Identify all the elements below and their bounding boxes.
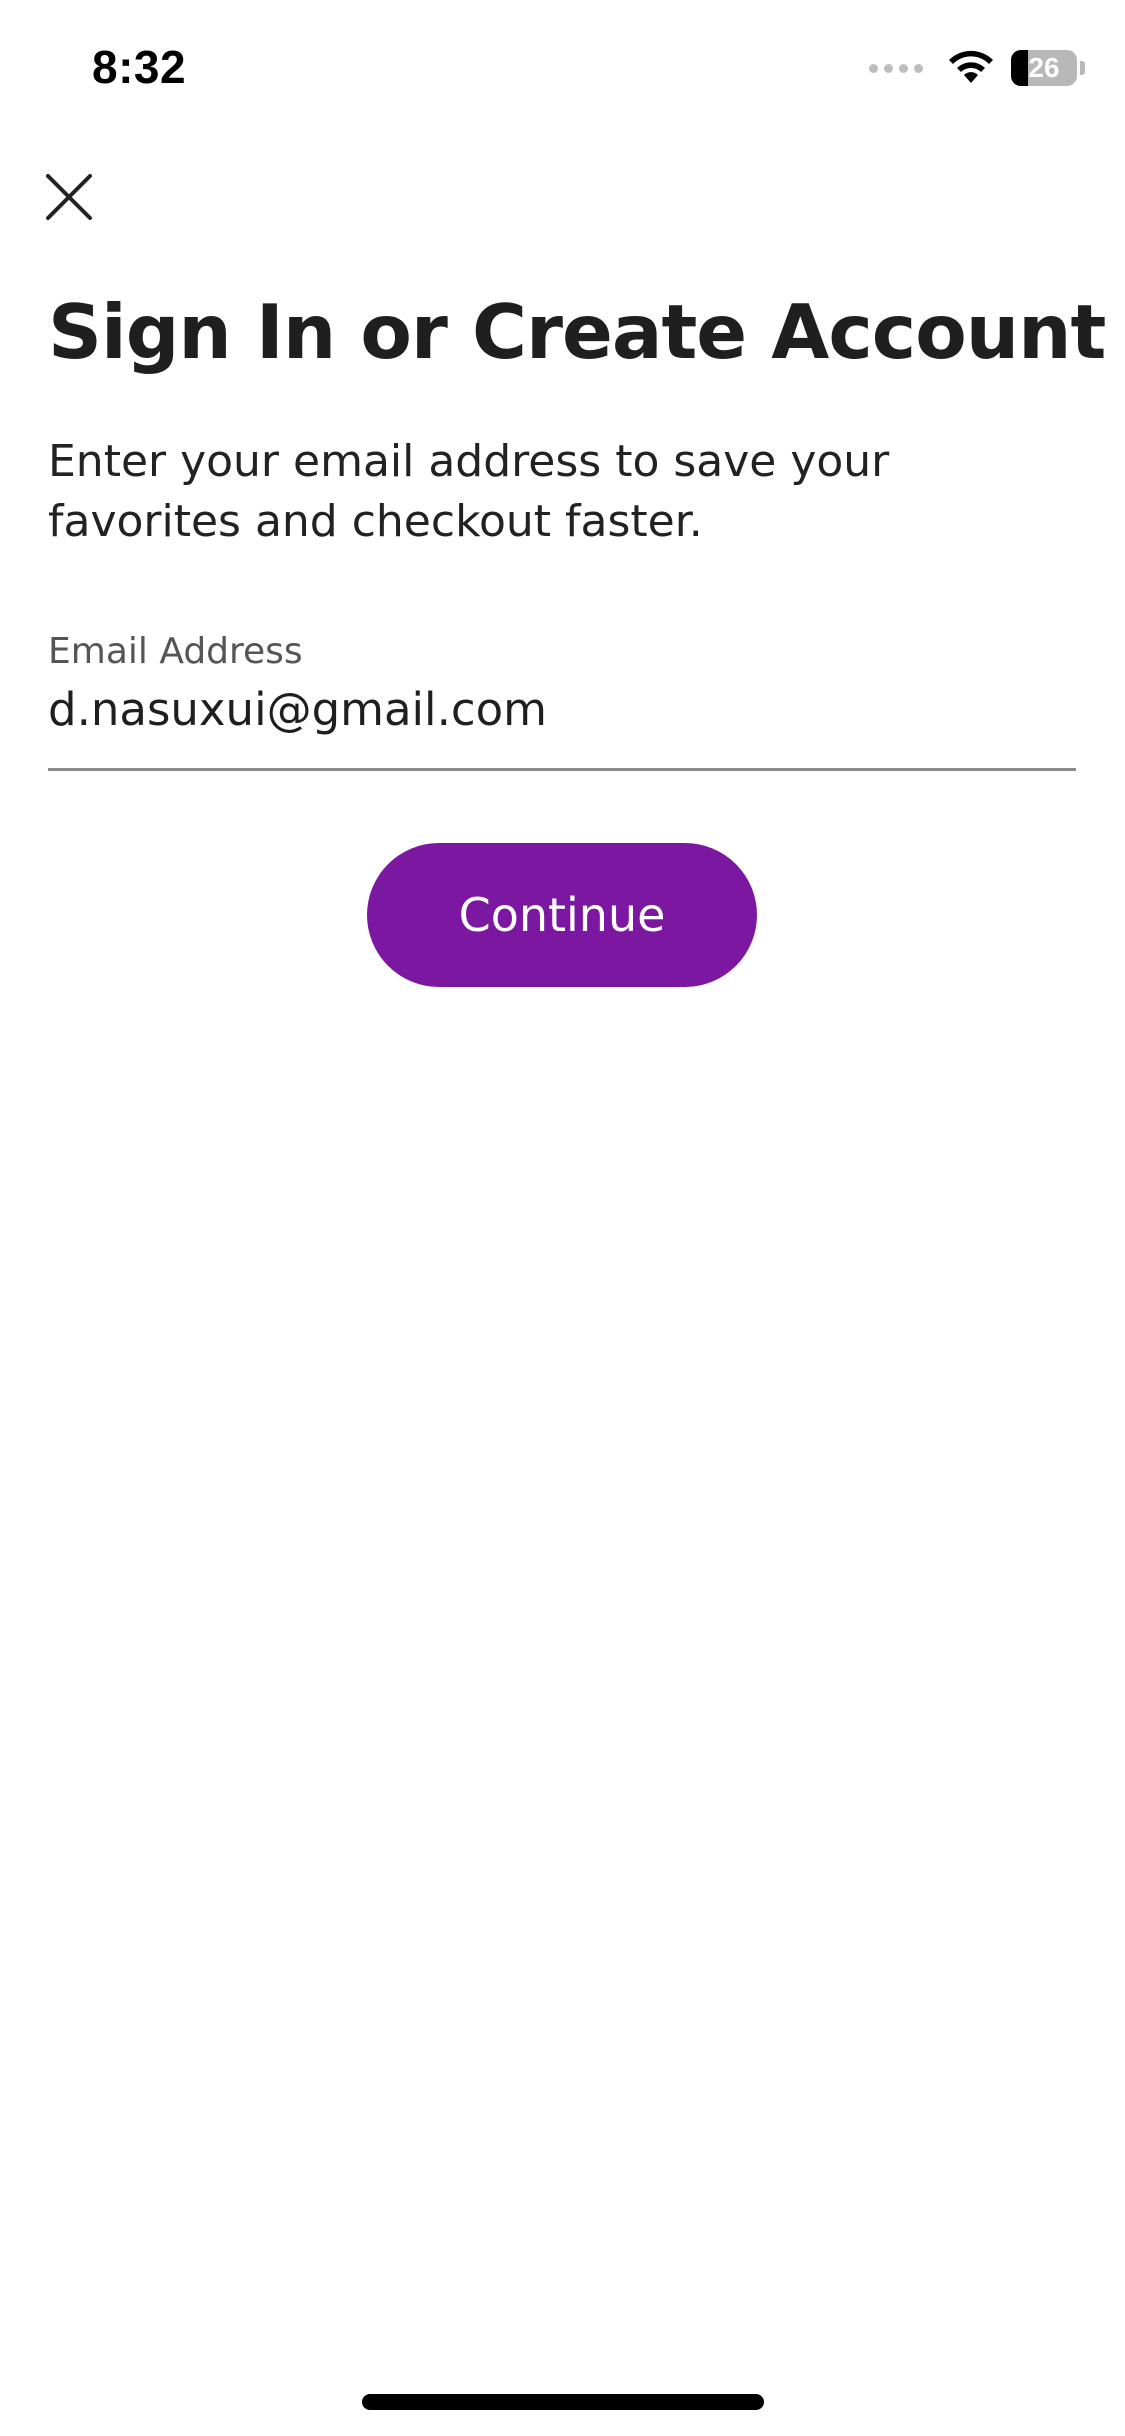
email-input[interactable] [48,674,1076,744]
battery-percent: 26 [1028,52,1060,83]
wifi-icon [949,50,993,83]
close-icon [46,174,92,220]
battery-cap [1080,61,1085,75]
page-title: Sign In or Create Account [48,288,1106,376]
email-field-label: Email Address [48,631,303,672]
page-subtitle: Enter your email address to save your fa… [48,436,890,547]
close-button[interactable] [42,170,96,224]
status-bar: 8:32 26 [0,0,1125,140]
status-time: 8:32 [92,41,187,93]
continue-button[interactable]: Continue [367,843,757,987]
home-indicator[interactable] [362,2394,764,2410]
status-icons: 26 [869,46,1085,90]
email-field[interactable]: Email Address [48,630,1076,771]
battery-icon: 26 [1011,50,1077,86]
email-field-underline [48,768,1076,771]
cellular-signal-icon [869,63,923,73]
